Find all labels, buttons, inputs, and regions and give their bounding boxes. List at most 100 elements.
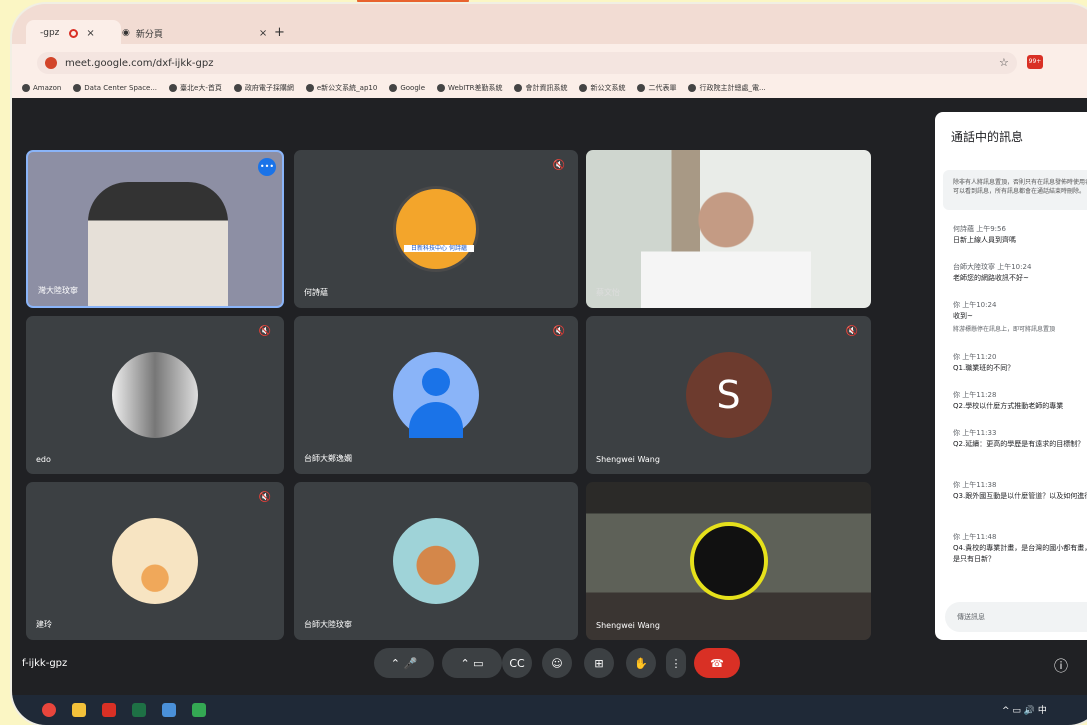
participant-tile[interactable]: 🔇 建玲: [26, 482, 284, 640]
meet-stage: ••• 灣大陸玟寧 🔇 日新科技中心 何詩蘊 何詩蘊 蔡文怡 🔇 edo 🔇 台…: [12, 98, 1087, 695]
bookmark-item[interactable]: 政府電子採購網: [233, 83, 294, 93]
tab-new[interactable]: ◉ 新分頁 ×: [112, 20, 287, 46]
mic-off-icon: 🔇: [258, 326, 272, 337]
excel-icon[interactable]: [132, 703, 146, 717]
avatar: 日新科技中心 何詩蘊: [393, 186, 479, 272]
bookmark-icon: [514, 84, 523, 92]
chat-input[interactable]: 傳送訊息: [945, 602, 1087, 632]
participant-name: 灣大陸玟寧: [38, 286, 78, 295]
bookmark-item[interactable]: 會計資訊系統: [514, 83, 567, 93]
bookmark-icon: [233, 84, 242, 92]
raise-hand-button[interactable]: ✋: [626, 648, 656, 678]
more-options-button[interactable]: ⋮: [666, 648, 686, 678]
chrome-icon: ◉: [122, 28, 130, 38]
participant-name: Shengwei Wang: [596, 621, 660, 630]
participant-name: 何詩蘊: [304, 288, 328, 297]
meeting-code: f-ijkk-gpz: [22, 658, 68, 669]
person-icon: [393, 352, 479, 438]
leave-call-button[interactable]: ☎: [694, 648, 740, 678]
participant-name: Shengwei Wang: [596, 455, 660, 464]
participant-tile[interactable]: 🔇 edo: [26, 316, 284, 474]
chrome-icon[interactable]: [42, 703, 56, 717]
participant-video: [641, 182, 811, 308]
chat-title: 通話中的訊息: [951, 130, 1024, 144]
microphone-button[interactable]: ⌃ 🎤: [374, 648, 434, 678]
mic-off-icon: 🔇: [845, 326, 859, 337]
tab-label: -gpz: [40, 28, 60, 38]
tab-label: 新分頁: [135, 29, 163, 40]
new-tab-icon[interactable]: +: [274, 25, 285, 40]
app-icon[interactable]: [162, 703, 176, 717]
tab-bar: -gpz × ◉ 新分頁 × +: [12, 4, 1087, 46]
chat-message: 你 上午11:33 Q2.延續：更高的學歷是有遠求的目標制？: [953, 429, 1085, 449]
participant-tile[interactable]: 🔇 台師大鄭逸嫻: [294, 316, 578, 474]
info-icon[interactable]: ⓘ: [1054, 656, 1068, 676]
participant-name: 蔡文怡: [596, 288, 620, 297]
participant-tile[interactable]: 蔡文怡: [586, 150, 871, 308]
bookmark-icon: [389, 84, 398, 92]
meet-app-icon[interactable]: [192, 703, 206, 717]
bookmark-item[interactable]: Data Center Space...: [73, 84, 157, 92]
bookmark-item[interactable]: 臺北e大-首頁: [169, 83, 222, 93]
avatar: [689, 522, 768, 600]
bookmark-icon: [688, 84, 697, 92]
bookmarks-bar: Amazon Data Center Space... 臺北e大-首頁 政府電子…: [12, 78, 1087, 98]
address-bar[interactable]: meet.google.com/dxf-ijkk-gpz: [37, 52, 1017, 74]
bookmark-icon: [579, 84, 588, 92]
bookmark-icon: [305, 84, 314, 92]
pdf-icon[interactable]: [102, 703, 116, 717]
bookmark-icon: [22, 84, 30, 92]
chat-message: 你 上午11:28 Q2.學校以什麼方式推動老師的專業: [953, 391, 1064, 411]
present-button[interactable]: ⊞: [584, 648, 614, 678]
camera-button[interactable]: ⌃ ▭: [442, 648, 502, 678]
bookmark-icon: [637, 84, 646, 92]
bookmark-icon: [437, 84, 446, 92]
chat-message: 你 上午11:48 Q4.貴校的專業計畫，是台灣的國小都有畫，還是只有日新？: [953, 533, 1087, 564]
captions-button[interactable]: CC: [502, 648, 532, 678]
person-head: [422, 368, 450, 396]
star-icon[interactable]: ☆: [999, 56, 1009, 69]
chat-message: 台師大陸玟寧 上午10:24 老師您的網路收訊不好~: [953, 263, 1032, 283]
photo-people: [88, 182, 228, 306]
participant-tile[interactable]: ••• 灣大陸玟寧: [26, 150, 284, 308]
call-controls: f-ijkk-gpz ⌃ 🎤 ⌃ ▭ CC ☺ ⊞ ✋ ⋮ ☎ ⓘ: [12, 638, 1087, 688]
chat-message: 何詩蘊 上午9:56 日新上線人員到齊嗎: [953, 225, 1016, 245]
bookmark-item[interactable]: Google: [389, 84, 425, 92]
more-options-icon[interactable]: •••: [258, 158, 276, 176]
avatar: [393, 518, 479, 604]
chat-message: 你 上午11:20 Q1.職業班的不同？: [953, 353, 1015, 373]
participant-tile[interactable]: Shengwei Wang: [586, 482, 871, 640]
mic-off-icon: 🔇: [552, 326, 566, 337]
chat-message: 你 上午11:38 Q3.跟外國互動是以什麼管道？以及如何進行？: [953, 481, 1087, 501]
mic-off-icon: 🔇: [552, 160, 566, 171]
chat-pin-hint: 將游標懸停在訊息上，即可將訊息置頂: [953, 326, 1056, 333]
bookmark-item[interactable]: 二代表單: [637, 83, 676, 93]
avatar: S: [685, 352, 772, 438]
tablet-frame: -gpz × ◉ 新分頁 × + meet.google.com/dxf-ijk…: [12, 4, 1087, 725]
person-body: [409, 402, 463, 438]
chat-notice: 除非有人將訊息置頂，否則只有在訊息發佈時使用者可以看到訊息，所有訊息都會在通話結…: [943, 170, 1087, 210]
bookmark-icon: [169, 84, 178, 92]
close-icon[interactable]: ×: [86, 28, 94, 39]
recording-icon: [69, 28, 79, 38]
bookmark-item[interactable]: 行政院主計總處_電...: [688, 83, 766, 93]
chat-panel: 通話中的訊息 除非有人將訊息置頂，否則只有在訊息發佈時使用者可以看到訊息，所有訊…: [935, 112, 1087, 640]
bookmark-item[interactable]: Amazon: [22, 84, 61, 92]
close-icon[interactable]: ×: [259, 28, 267, 39]
bookmark-icon: [73, 84, 82, 92]
mic-off-icon: 🔇: [258, 492, 272, 503]
extension-badge[interactable]: 99+: [1027, 55, 1043, 69]
bookmark-item[interactable]: WebITR差勤系統: [437, 83, 502, 93]
participant-tile[interactable]: 台師大陸玟寧: [294, 482, 578, 640]
bookmark-item[interactable]: 新公文系統: [579, 83, 625, 93]
participant-name: 建玲: [36, 620, 52, 629]
tab-meet[interactable]: -gpz ×: [26, 20, 121, 46]
emoji-button[interactable]: ☺: [542, 648, 572, 678]
url-text: meet.google.com/dxf-ijkk-gpz: [65, 57, 214, 69]
taskbar: ^ ▭ 🔊 中: [12, 695, 1087, 725]
avatar: [112, 352, 198, 438]
folder-icon[interactable]: [72, 703, 86, 717]
participant-tile[interactable]: 🔇 S Shengwei Wang: [586, 316, 871, 474]
participant-tile[interactable]: 🔇 日新科技中心 何詩蘊 何詩蘊: [294, 150, 578, 308]
bookmark-item[interactable]: e新公文系統_ap10: [305, 83, 377, 93]
